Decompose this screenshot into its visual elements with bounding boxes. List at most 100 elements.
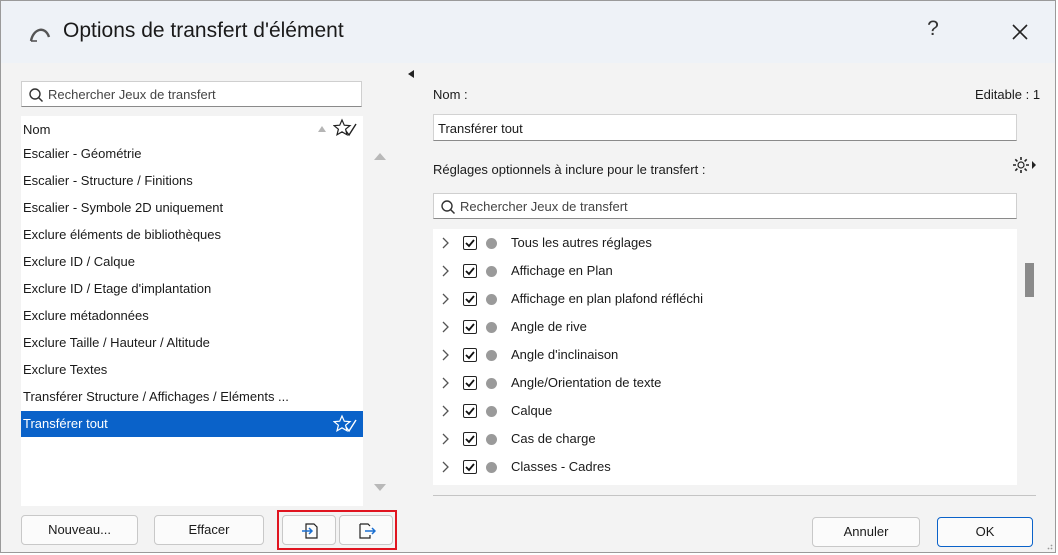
scroll-down-arrow-icon[interactable] [373, 483, 387, 493]
list-item[interactable]: Escalier - Symbole 2D uniquement [21, 195, 363, 221]
dialog-window: Options de transfert d'élément ? Recherc… [0, 0, 1056, 553]
checkbox[interactable] [463, 432, 477, 446]
tree-row-label: Calque [511, 403, 553, 418]
gear-icon[interactable] [1011, 155, 1037, 175]
collapse-panel-arrow-icon[interactable] [408, 70, 414, 78]
list-item[interactable]: Transférer Structure / Affichages / Elém… [21, 384, 363, 410]
scroll-up-arrow-icon[interactable] [373, 151, 387, 161]
chevron-right-icon[interactable] [441, 265, 451, 277]
column-header-name: Nom [23, 122, 51, 137]
search-icon [29, 88, 44, 103]
sort-ascending-icon[interactable] [317, 125, 327, 133]
tree-row[interactable]: Tous les autres réglages [433, 229, 993, 257]
checkbox[interactable] [463, 292, 477, 306]
checkmark-icon [465, 463, 475, 472]
delete-button[interactable]: Effacer [154, 515, 264, 545]
list-item[interactable]: Exclure Taille / Hauteur / Altitude [21, 330, 363, 356]
chevron-right-icon[interactable] [441, 433, 451, 445]
status-dot [486, 406, 497, 417]
tree-scrollbar-thumb[interactable] [1025, 263, 1034, 297]
checkmark-icon [465, 407, 475, 416]
list-item-label: Escalier - Géométrie [23, 146, 142, 161]
tree-row[interactable]: Angle d'inclinaison [433, 341, 993, 369]
list-item-label: Transférer Structure / Affichages / Elém… [23, 389, 289, 404]
checkbox[interactable] [463, 236, 477, 250]
tree-row[interactable]: Angle/Orientation de texte [433, 369, 993, 397]
checkmark-icon [465, 379, 475, 388]
name-field-value: Transférer tout [438, 121, 523, 136]
archicad-logo-icon [29, 28, 51, 42]
chevron-right-icon[interactable] [441, 405, 451, 417]
favorite-star-check-icon[interactable] [333, 118, 357, 138]
checkmark-icon [465, 323, 475, 332]
list-item[interactable]: Exclure métadonnées [21, 303, 363, 329]
new-button[interactable]: Nouveau... [21, 515, 138, 545]
close-icon[interactable] [1005, 17, 1035, 47]
tree-row[interactable]: Affichage en plan plafond réfléchi [433, 285, 993, 313]
tree-row[interactable]: Calque [433, 397, 993, 425]
list-item[interactable]: Exclure ID / Calque [21, 249, 363, 275]
help-button[interactable]: ? [919, 17, 947, 47]
checkbox[interactable] [463, 348, 477, 362]
highlight-box [277, 510, 397, 550]
settings-search-input[interactable]: Rechercher Jeux de transfert [433, 193, 1017, 219]
ok-button[interactable]: OK [937, 517, 1033, 547]
checkbox[interactable] [463, 404, 477, 418]
list-item-label: Escalier - Symbole 2D uniquement [23, 200, 224, 215]
list-item-label: Exclure éléments de bibliothèques [23, 227, 222, 242]
search-placeholder: Rechercher Jeux de transfert [460, 199, 628, 214]
tree-row-label: Tous les autres réglages [511, 235, 652, 250]
checkbox[interactable] [463, 376, 477, 390]
tree-row-label: Cas de charge [511, 431, 596, 446]
status-dot [486, 350, 497, 361]
status-dot [486, 378, 497, 389]
tree-row[interactable]: Affichage en Plan [433, 257, 993, 285]
list-item-label: Exclure métadonnées [23, 308, 149, 323]
chevron-right-icon[interactable] [441, 349, 451, 361]
status-dot [486, 434, 497, 445]
chevron-right-icon[interactable] [441, 321, 451, 333]
list-item-label: Exclure ID / Calque [23, 254, 135, 269]
tree-row[interactable]: Classes - Cadres [433, 453, 993, 481]
status-dot [486, 462, 497, 473]
tree-row[interactable]: Cas de charge [433, 425, 993, 453]
list-item-label: Transférer tout [23, 416, 108, 431]
status-dot [486, 266, 497, 277]
checkmark-icon [465, 239, 475, 248]
list-header: Nom [21, 116, 363, 140]
chevron-right-icon[interactable] [441, 461, 451, 473]
cancel-button[interactable]: Annuler [812, 517, 920, 547]
name-field[interactable]: Transférer tout [433, 114, 1017, 141]
checkmark-icon [465, 267, 475, 276]
chevron-right-icon[interactable] [441, 377, 451, 389]
resize-grip-icon[interactable] [1045, 542, 1053, 550]
chevron-right-icon[interactable] [441, 293, 451, 305]
status-dot [486, 238, 497, 249]
transfer-set-list[interactable]: Nom Escalier - Géométrie Escalier - Stru… [21, 116, 363, 506]
list-item[interactable]: Escalier - Structure / Finitions [21, 168, 363, 194]
chevron-right-icon[interactable] [441, 237, 451, 249]
tree-row-label: Angle de rive [511, 319, 587, 334]
list-item-label: Exclure Textes [23, 362, 108, 377]
name-label: Nom : [433, 87, 468, 102]
transfer-set-search-input[interactable]: Rechercher Jeux de transfert [21, 81, 362, 107]
list-item-label: Exclure ID / Etage d'implantation [23, 281, 212, 296]
tree-row-label: Angle/Orientation de texte [511, 375, 662, 390]
tree-row[interactable]: Angle de rive [433, 313, 993, 341]
search-icon [441, 200, 456, 215]
list-item[interactable]: Exclure ID / Etage d'implantation [21, 276, 363, 302]
checkbox[interactable] [463, 460, 477, 474]
dialog-title: Options de transfert d'élément [63, 19, 344, 42]
list-item[interactable]: Escalier - Géométrie [21, 141, 363, 167]
favorite-star-check-icon[interactable] [333, 414, 357, 434]
checkbox[interactable] [463, 320, 477, 334]
checkbox[interactable] [463, 264, 477, 278]
status-dot [486, 322, 497, 333]
list-item[interactable]: Exclure Textes [21, 357, 363, 383]
optional-settings-label: Réglages optionnels à inclure pour le tr… [433, 162, 706, 177]
list-item-selected[interactable]: Transférer tout [21, 411, 363, 437]
footer-divider [433, 495, 1036, 496]
list-item[interactable]: Exclure éléments de bibliothèques [21, 222, 363, 248]
search-placeholder: Rechercher Jeux de transfert [48, 87, 216, 102]
settings-tree[interactable]: Tous les autres réglages Affichage en Pl… [433, 229, 1017, 485]
